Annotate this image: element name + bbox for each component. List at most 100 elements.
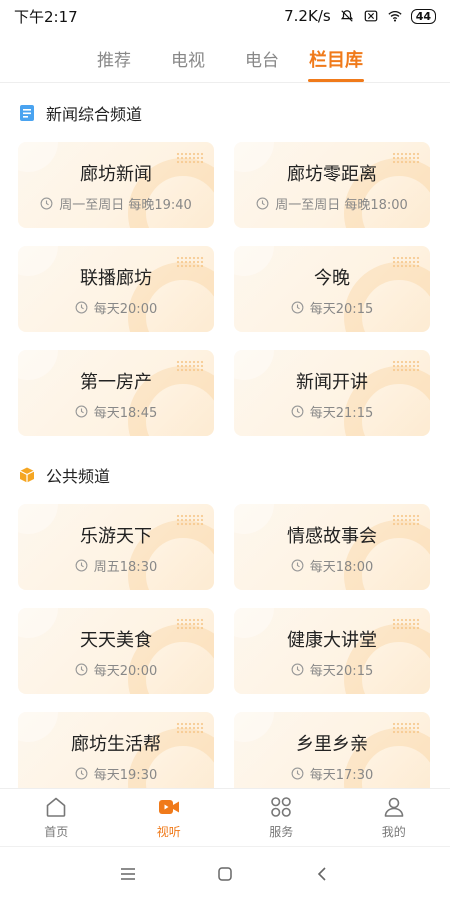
program-name: 健康大讲堂: [287, 630, 377, 651]
nav-label: 服务: [269, 825, 294, 839]
program-schedule: 每天18:45: [18, 402, 214, 421]
program-card[interactable]: 乐游天下 周五18:30: [18, 504, 214, 590]
battery-indicator: 44: [410, 8, 436, 24]
menu-icon: [121, 867, 136, 880]
program-schedule: 每天17:30: [234, 764, 430, 783]
home-icon: [46, 797, 66, 817]
program-schedule-text: 周五18:30: [93, 560, 158, 575]
grid-icon: [271, 797, 292, 817]
program-name: 廊坊生活帮: [71, 734, 161, 755]
chevron-left-icon: [317, 866, 326, 881]
section-title-public: 公共频道: [18, 463, 110, 487]
clock-icon: [291, 559, 304, 572]
program-schedule-text: 每天18:45: [93, 406, 158, 421]
program-schedule-text: 每天21:15: [309, 406, 374, 421]
program-name: 联播廊坊: [80, 268, 152, 289]
program-name: 今晚: [314, 268, 350, 289]
clock-icon: [75, 767, 88, 780]
tab-tv[interactable]: 电视: [151, 34, 225, 82]
program-schedule-text: 每天20:15: [309, 664, 374, 679]
nav-audio-video[interactable]: 视听: [113, 789, 226, 846]
nav-label: 首页: [44, 825, 69, 839]
square-icon: [218, 866, 232, 881]
nav-mine[interactable]: 我的: [338, 789, 450, 846]
program-schedule: 每天20:15: [234, 660, 430, 679]
clock-icon: [75, 559, 88, 572]
section-title-text: 公共频道: [46, 467, 111, 486]
program-card[interactable]: 联播廊坊 每天20:00: [18, 246, 214, 332]
clock-icon: [291, 663, 304, 676]
program-name: 情感故事会: [287, 526, 377, 547]
clock-icon: [291, 767, 304, 780]
tab-recommend[interactable]: 推荐: [77, 34, 151, 82]
recent-apps-button[interactable]: [116, 862, 140, 886]
program-schedule: 每天20:00: [18, 298, 214, 317]
program-name: 新闻开讲: [296, 372, 368, 393]
program-schedule-text: 每天20:15: [309, 302, 374, 317]
program-schedule: 周五18:30: [18, 556, 214, 575]
program-card[interactable]: 情感故事会 每天18:00: [234, 504, 430, 590]
network-speed: 7.2K/s: [284, 7, 331, 25]
program-schedule: 每天19:30: [18, 764, 214, 783]
program-schedule: 周一至周日 每晚18:00: [234, 194, 430, 213]
program-schedule: 每天20:00: [18, 660, 214, 679]
program-library-content[interactable]: 新闻综合频道 廊坊新闻 周一至周日 每晚19:40 廊坊零距离 周一至周日 每晚…: [0, 83, 450, 788]
program-card[interactable]: 乡里乡亲 每天17:30: [234, 712, 430, 788]
system-nav-bar: [0, 846, 450, 900]
program-card[interactable]: 廊坊新闻 周一至周日 每晚19:40: [18, 142, 214, 228]
program-schedule-text: 每天19:30: [93, 768, 158, 783]
program-schedule-text: 每天18:00: [309, 560, 374, 575]
clock-icon: [75, 301, 88, 314]
document-icon: [20, 105, 34, 121]
program-card[interactable]: 廊坊零距离 周一至周日 每晚18:00: [234, 142, 430, 228]
bottom-nav: 首页 视听 服务 我的: [0, 788, 450, 846]
box-icon: [19, 467, 35, 483]
program-card[interactable]: 廊坊生活帮 每天19:30: [18, 712, 214, 788]
user-icon: [384, 797, 404, 817]
nav-label: 我的: [381, 825, 406, 839]
wifi-icon: [388, 10, 402, 22]
program-card[interactable]: 天天美食 每天20:00: [18, 608, 214, 694]
program-card[interactable]: 健康大讲堂 每天20:15: [234, 608, 430, 694]
nav-home[interactable]: 首页: [0, 789, 113, 846]
program-name: 乐游天下: [80, 526, 152, 547]
nav-label: 视听: [156, 825, 181, 839]
program-name: 廊坊新闻: [80, 164, 152, 185]
mute-bell-icon: [340, 10, 353, 22]
program-name: 第一房产: [80, 372, 152, 393]
program-schedule-text: 每天17:30: [309, 768, 374, 783]
clock-icon: [75, 405, 88, 418]
home-button[interactable]: [213, 862, 237, 886]
program-card[interactable]: 第一房产 每天18:45: [18, 350, 214, 436]
status-icons: 7.2K/s 44: [284, 7, 436, 25]
tab-program-library[interactable]: 栏目库: [299, 34, 373, 82]
program-schedule: 每天18:00: [234, 556, 430, 575]
program-schedule-text: 周一至周日 每晚19:40: [59, 198, 192, 213]
section-title-news: 新闻综合频道: [18, 101, 142, 125]
program-name: 乡里乡亲: [296, 734, 368, 755]
program-schedule-text: 周一至周日 每晚18:00: [275, 198, 408, 213]
status-bar: 下午2:17 7.2K/s 44: [0, 0, 450, 32]
clock-icon: [291, 405, 304, 418]
program-card[interactable]: 新闻开讲 每天21:15: [234, 350, 430, 436]
program-name: 天天美食: [80, 630, 152, 651]
top-tabs: 推荐 电视 电台 栏目库: [0, 34, 450, 82]
back-button[interactable]: [310, 862, 334, 886]
clock-icon: [40, 197, 53, 210]
clock-icon: [75, 663, 88, 676]
status-time: 下午2:17: [14, 7, 78, 26]
program-card[interactable]: 今晚 每天20:15: [234, 246, 430, 332]
program-schedule: 周一至周日 每晚19:40: [18, 194, 214, 213]
sim-off-icon: [364, 10, 377, 22]
clock-icon: [291, 301, 304, 314]
program-schedule: 每天20:15: [234, 298, 430, 317]
tab-radio[interactable]: 电台: [225, 34, 299, 82]
video-camera-icon: [158, 800, 179, 814]
program-schedule-text: 每天20:00: [93, 664, 158, 679]
program-name: 廊坊零距离: [287, 164, 377, 185]
section-title-text: 新闻综合频道: [46, 105, 143, 124]
nav-services[interactable]: 服务: [225, 789, 338, 846]
program-schedule: 每天21:15: [234, 402, 430, 421]
clock-icon: [256, 197, 269, 210]
program-schedule-text: 每天20:00: [93, 302, 158, 317]
